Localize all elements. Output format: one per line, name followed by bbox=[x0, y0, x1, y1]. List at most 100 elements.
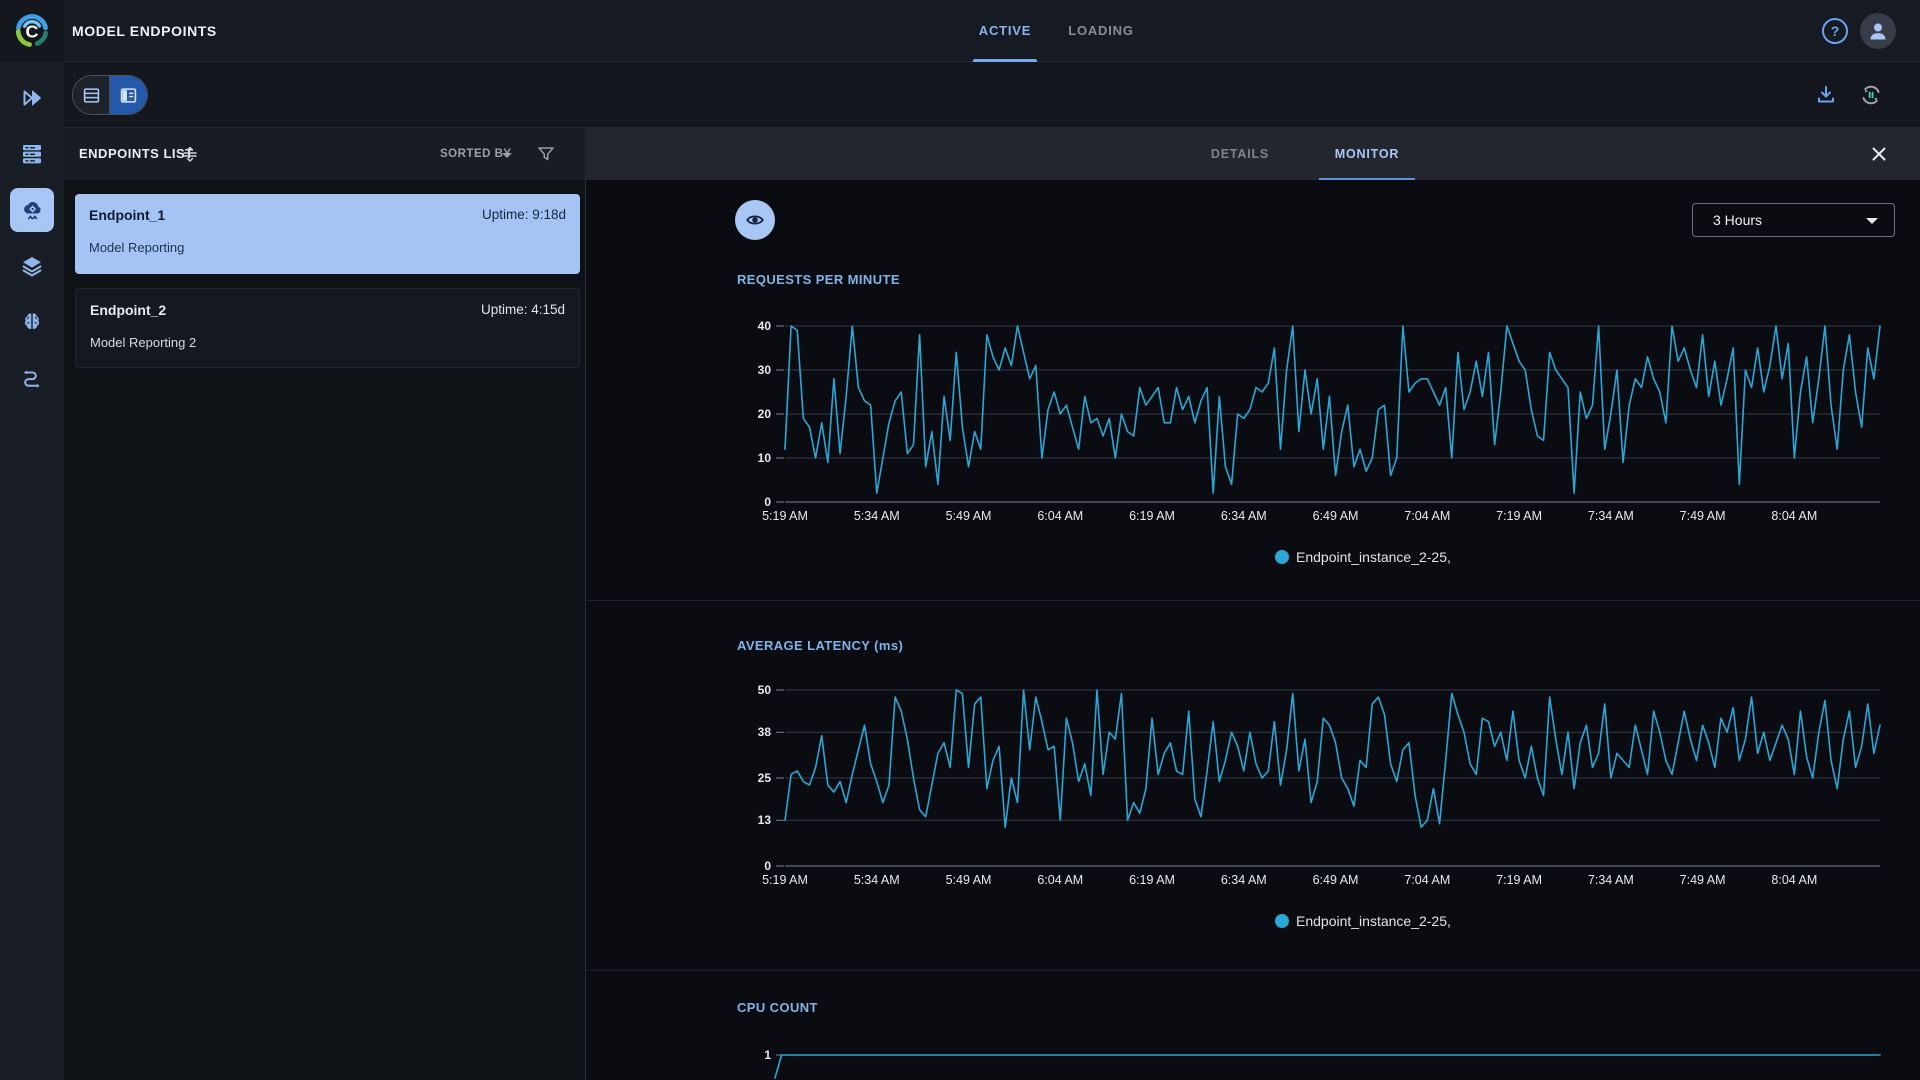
endpoint-name: Endpoint_1 bbox=[89, 207, 166, 223]
svg-text:5:19 AM: 5:19 AM bbox=[762, 509, 808, 523]
filter-button[interactable] bbox=[536, 144, 556, 164]
legend-marker[interactable] bbox=[1275, 550, 1289, 564]
section-divider bbox=[586, 970, 1920, 971]
chevron-down-icon bbox=[1866, 218, 1878, 224]
chart-title-latency: AVERAGE LATENCY (ms) bbox=[737, 638, 904, 653]
svg-text:7:34 AM: 7:34 AM bbox=[1588, 509, 1634, 523]
chart-title-requests: REQUESTS PER MINUTE bbox=[737, 272, 900, 287]
svg-text:7:34 AM: 7:34 AM bbox=[1588, 873, 1634, 887]
svg-text:0: 0 bbox=[764, 495, 771, 509]
svg-text:1: 1 bbox=[764, 1048, 771, 1062]
clearml-logo[interactable]: C bbox=[0, 0, 64, 62]
svg-text:50: 50 bbox=[758, 683, 772, 697]
sort-settings-button[interactable] bbox=[181, 145, 199, 163]
svg-text:7:49 AM: 7:49 AM bbox=[1680, 509, 1726, 523]
monitor-panel: DETAILS MONITOR 3 Hours REQUESTS PER MIN bbox=[586, 128, 1920, 1080]
tab-active[interactable]: ACTIVE bbox=[969, 0, 1041, 62]
legend-marker[interactable] bbox=[1275, 914, 1289, 928]
svg-text:7:49 AM: 7:49 AM bbox=[1680, 873, 1726, 887]
chart-title-cpu: CPU COUNT bbox=[737, 1000, 818, 1015]
svg-text:13: 13 bbox=[758, 813, 772, 827]
svg-text:5:34 AM: 5:34 AM bbox=[854, 509, 900, 523]
user-avatar[interactable] bbox=[1860, 13, 1896, 49]
section-divider bbox=[586, 600, 1920, 601]
brain-icon bbox=[24, 313, 40, 329]
svg-text:7:04 AM: 7:04 AM bbox=[1404, 509, 1450, 523]
sidebar-item-pipelines[interactable] bbox=[10, 356, 54, 400]
svg-text:5:49 AM: 5:49 AM bbox=[946, 873, 992, 887]
average-latency-chart[interactable]: 0 13 25 38 50 5:19 AM 5:34 AM 5:49 AM 6:04 AM 6:1… bbox=[586, 674, 1920, 934]
help-button[interactable]: ? bbox=[1822, 18, 1848, 44]
legend-label[interactable]: Endpoint_instance_2-25, bbox=[1296, 913, 1451, 929]
sort-arrows-icon bbox=[183, 146, 197, 162]
person-icon bbox=[1870, 23, 1886, 40]
endpoints-list-panel: ENDPOINTS LIST SORTED BY Endpoint_1 Upti… bbox=[64, 128, 586, 1080]
svg-text:C: C bbox=[26, 21, 39, 41]
view-toggle bbox=[72, 75, 148, 115]
tab-monitor[interactable]: MONITOR bbox=[1322, 128, 1412, 180]
svg-text:0: 0 bbox=[764, 859, 771, 873]
svg-text:5:49 AM: 5:49 AM bbox=[946, 509, 992, 523]
sidebar-item-workers[interactable] bbox=[10, 132, 54, 176]
time-range-dropdown[interactable]: 3 Hours bbox=[1692, 203, 1895, 237]
svg-text:6:34 AM: 6:34 AM bbox=[1221, 509, 1267, 523]
requests-per-minute-chart[interactable]: 0 10 20 30 40 5:19 AM 5:34 AM 5:49 AM 6:04 AM 6:1… bbox=[586, 310, 1920, 570]
endpoints-list-title: ENDPOINTS LIST bbox=[79, 146, 194, 161]
sidebar-item-datasets[interactable] bbox=[10, 244, 54, 288]
svg-text:5:34 AM: 5:34 AM bbox=[854, 873, 900, 887]
eye-icon bbox=[746, 215, 764, 225]
endpoint-project: Model Reporting 2 bbox=[90, 335, 197, 350]
svg-text:6:04 AM: 6:04 AM bbox=[1037, 873, 1083, 887]
svg-text:7:04 AM: 7:04 AM bbox=[1404, 873, 1450, 887]
chevron-down-icon[interactable] bbox=[502, 153, 512, 158]
table-view-button[interactable] bbox=[73, 76, 111, 114]
page-title: MODEL ENDPOINTS bbox=[72, 23, 217, 39]
svg-text:20: 20 bbox=[758, 407, 772, 421]
svg-text:6:49 AM: 6:49 AM bbox=[1313, 509, 1359, 523]
endpoint-uptime: Uptime: 9:18d bbox=[481, 207, 566, 222]
table-view-icon bbox=[83, 87, 99, 103]
endpoint-card[interactable]: Endpoint_2 Uptime: 4:15d Model Reporting… bbox=[75, 288, 580, 368]
legend-label[interactable]: Endpoint_instance_2-25, bbox=[1296, 549, 1451, 565]
svg-text:7:19 AM: 7:19 AM bbox=[1496, 509, 1542, 523]
svg-text:30: 30 bbox=[758, 363, 772, 377]
filter-funnel-icon bbox=[538, 147, 554, 161]
svg-text:8:04 AM: 8:04 AM bbox=[1771, 873, 1817, 887]
time-range-value: 3 Hours bbox=[1713, 212, 1763, 228]
server-rack-icon bbox=[23, 145, 41, 164]
auto-refresh-button[interactable] bbox=[1859, 83, 1883, 107]
endpoint-uptime: Uptime: 4:15d bbox=[480, 302, 565, 317]
auto-refresh-icon bbox=[1862, 85, 1880, 105]
split-view-button[interactable] bbox=[110, 76, 147, 114]
fast-forward-icon bbox=[23, 90, 41, 106]
sidebar-item-model-endpoints[interactable] bbox=[10, 188, 54, 232]
cpu-count-chart[interactable]: 1 bbox=[586, 1040, 1920, 1080]
sidebar-item-getting-started[interactable] bbox=[10, 76, 54, 120]
endpoint-card-selected[interactable]: Endpoint_1 Uptime: 9:18d Model Reporting bbox=[75, 194, 580, 274]
svg-text:5:19 AM: 5:19 AM bbox=[762, 873, 808, 887]
app-root: C MODEL ENDPOINTS ACTIVE LOADING ? ENDPO… bbox=[0, 0, 1920, 1080]
layers-icon bbox=[22, 257, 42, 277]
svg-text:7:19 AM: 7:19 AM bbox=[1496, 873, 1542, 887]
sidebar-nav bbox=[0, 76, 64, 400]
svg-text:8:04 AM: 8:04 AM bbox=[1771, 509, 1817, 523]
endpoint-name: Endpoint_2 bbox=[90, 302, 167, 318]
close-button[interactable] bbox=[1870, 145, 1888, 163]
svg-text:6:34 AM: 6:34 AM bbox=[1221, 873, 1267, 887]
svg-text:10: 10 bbox=[758, 451, 772, 465]
download-button[interactable] bbox=[1814, 83, 1838, 107]
tab-details[interactable]: DETAILS bbox=[1200, 128, 1280, 180]
sidebar-item-models[interactable] bbox=[10, 300, 54, 344]
close-icon bbox=[1872, 147, 1886, 161]
svg-text:6:19 AM: 6:19 AM bbox=[1129, 873, 1175, 887]
sidebar: C bbox=[0, 0, 64, 1080]
svg-text:6:49 AM: 6:49 AM bbox=[1313, 873, 1359, 887]
sorted-by-dropdown[interactable]: SORTED BY bbox=[440, 128, 512, 180]
monitor-tab-strip: DETAILS MONITOR bbox=[586, 128, 1920, 180]
tab-loading[interactable]: LOADING bbox=[1065, 0, 1137, 62]
visibility-button[interactable] bbox=[735, 200, 775, 240]
svg-text:38: 38 bbox=[758, 725, 772, 739]
endpoint-project: Model Reporting bbox=[89, 240, 185, 255]
pipelines-icon bbox=[24, 370, 40, 388]
svg-text:6:19 AM: 6:19 AM bbox=[1129, 509, 1175, 523]
